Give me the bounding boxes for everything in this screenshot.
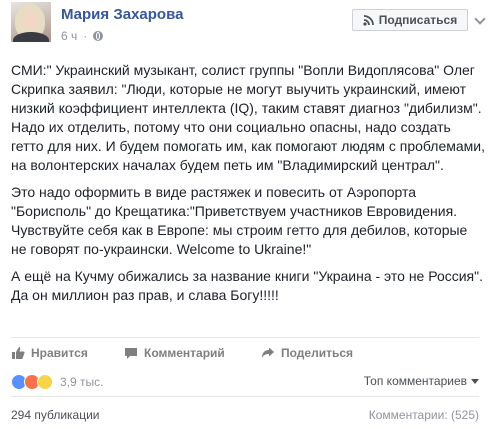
share-count[interactable]: 294 публикации	[11, 408, 100, 422]
comment-button[interactable]: Комментарий	[124, 338, 225, 368]
author-name[interactable]: Мария Захарова	[61, 6, 183, 23]
subscribe-label: Подписаться	[378, 13, 458, 27]
like-button[interactable]: Нравится	[11, 338, 88, 368]
thumbs-up-icon	[12, 347, 25, 359]
globe-icon	[93, 31, 104, 41]
action-bar: Нравится Комментарий Поделиться	[11, 337, 479, 368]
like-label: Нравится	[31, 346, 88, 360]
share-icon	[262, 347, 274, 358]
post-paragraph-2: Это надо оформить в виде растяжек и пове…	[11, 184, 468, 257]
post-paragraph-1: СМИ:" Украинский музыкант, солист группы…	[11, 62, 485, 173]
reactions-row: 3,9 тыс. Топ комментариев	[11, 369, 479, 395]
dot-separator: ·	[83, 29, 88, 43]
share-button[interactable]: Поделиться	[261, 338, 353, 368]
post-text: СМИ:" Украинский музыкант, солист группы…	[11, 61, 485, 313]
comment-sort-dropdown[interactable]: Топ комментариев	[364, 374, 479, 388]
post-meta: 6 ч ·	[61, 29, 104, 43]
comment-count[interactable]: Комментарии: (525)	[369, 408, 479, 422]
avatar[interactable]	[11, 2, 51, 42]
haha-reaction-icon[interactable]	[37, 374, 53, 390]
reaction-count[interactable]: 3,9 тыс.	[60, 375, 103, 389]
share-label: Поделиться	[281, 346, 354, 360]
subscribe-button[interactable]: Подписаться	[352, 9, 468, 31]
post-footer: 294 публикации Комментарии: (525)	[11, 396, 479, 427]
comment-label: Комментарий	[144, 346, 225, 360]
rss-icon	[363, 14, 374, 26]
comment-sort-label: Топ комментариев	[363, 374, 467, 388]
caret-down-icon	[471, 378, 479, 384]
post-time[interactable]: 6 ч	[61, 29, 77, 43]
chevron-down-icon[interactable]	[474, 13, 486, 25]
comment-icon	[125, 348, 137, 359]
post-paragraph-3: А ещё на Кучму обижались за название кни…	[11, 268, 484, 303]
post-header: Мария Захарова 6 ч · Подписаться	[0, 0, 490, 52]
